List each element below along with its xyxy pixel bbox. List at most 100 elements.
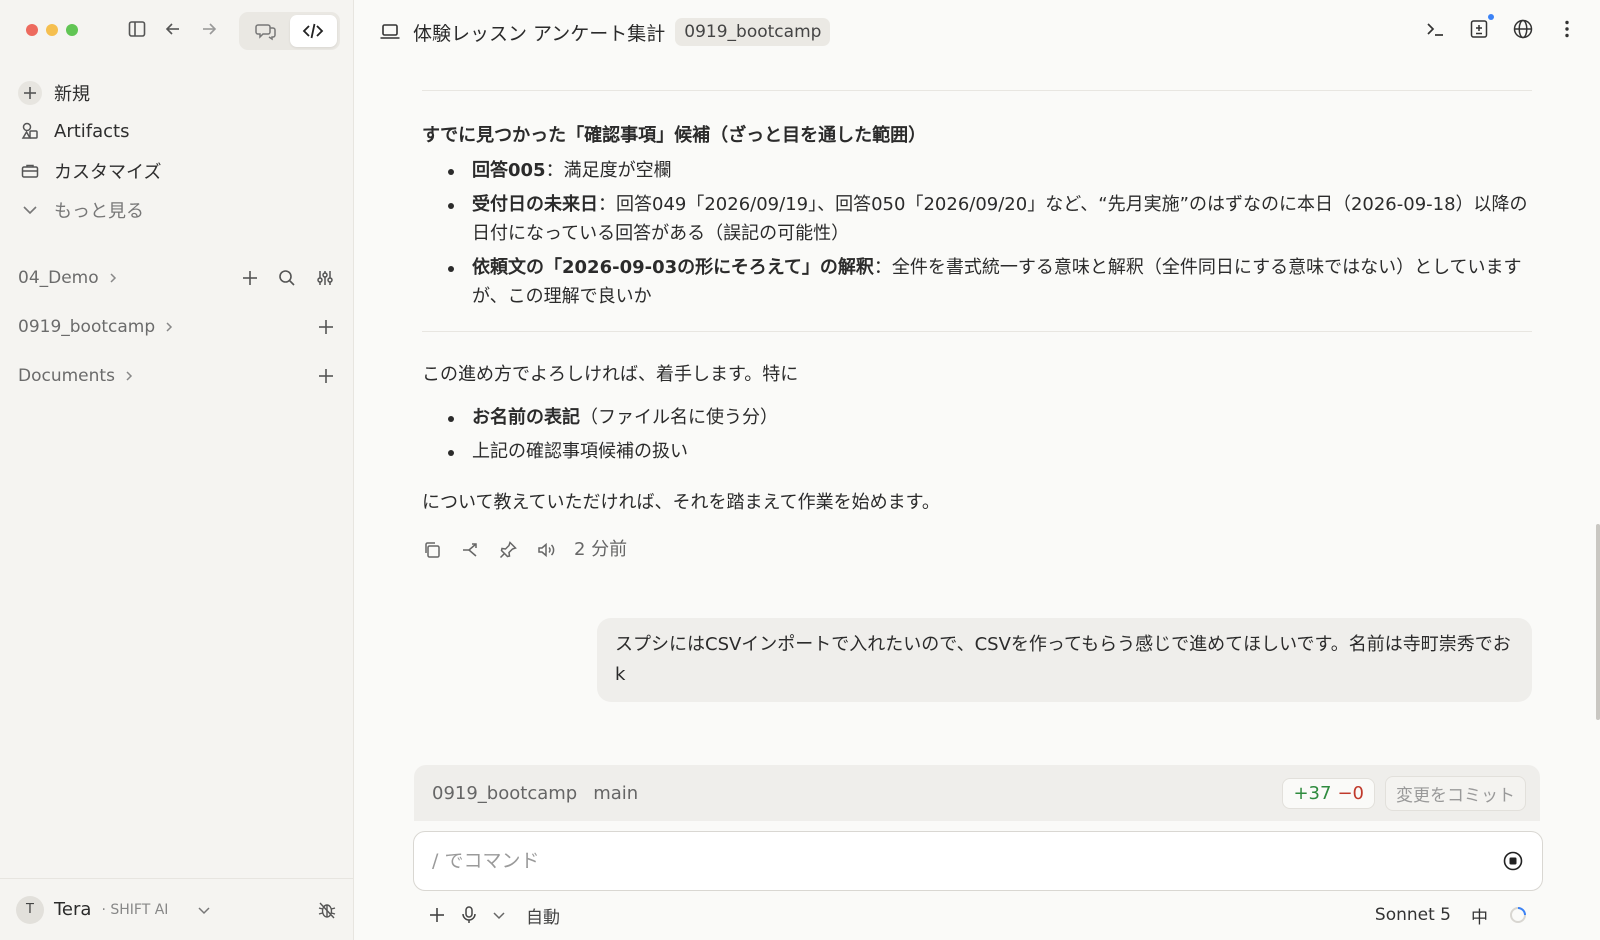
- sliders-icon[interactable]: [315, 268, 335, 288]
- loading-spinner-icon: [1510, 907, 1526, 923]
- list-item: 受付日の未来日：回答049「2026/09/19」、回答050「2026/09/…: [422, 190, 1532, 248]
- window-controls: [26, 24, 78, 36]
- user-message-bubble: スプシにはCSVインポートで入れたいので、CSVを作ってもらう感じで進めてほしい…: [597, 618, 1532, 702]
- code-icon: [302, 23, 324, 39]
- diff-panel-button[interactable]: [1468, 14, 1494, 40]
- project-badge[interactable]: 0919_bootcamp: [675, 18, 831, 46]
- timestamp: 2 分前: [574, 539, 628, 560]
- item-text: ：満足度が空欄: [545, 160, 672, 181]
- avatar: T: [16, 895, 44, 924]
- list-item: 依頼文の「2026-09-03の形にそろえて」の解釈：全件を書式統一する意味と解…: [422, 253, 1532, 311]
- attach-plus-icon[interactable]: [428, 906, 446, 924]
- terminal-icon[interactable]: [1424, 18, 1446, 40]
- project-name: 0919_bootcamp: [18, 317, 156, 337]
- more-label: もっと見る: [54, 201, 144, 222]
- item-text: ：回答049「2026/09/19」、回答050「2026/09/20」など、“…: [472, 194, 1528, 244]
- chat-mode-button[interactable]: [242, 15, 290, 47]
- forward-arrow-icon[interactable]: [198, 18, 220, 40]
- copy-icon[interactable]: [422, 540, 442, 560]
- project-name: Documents: [18, 366, 115, 386]
- conversation-header: 体験レッスン アンケート集計 0919_bootcamp: [355, 0, 1600, 64]
- paragraph: この進め方でよろしければ、着手します。特に: [422, 364, 799, 385]
- chevron-right-icon: [126, 371, 132, 381]
- item-text: 上記の確認事項候補の扱い: [472, 441, 688, 462]
- divider: [422, 90, 1532, 91]
- composer-toolbar: 自動 Sonnet 5 中: [428, 900, 1528, 930]
- list-item: 上記の確認事項候補の扱い: [422, 437, 1532, 466]
- artifacts-label: Artifacts: [54, 120, 130, 142]
- git-status-bar: 0919_bootcamp main +37 −0 変更をコミット: [414, 765, 1540, 821]
- diff-stats[interactable]: +37 −0: [1282, 777, 1375, 809]
- item-bold: 回答005: [472, 160, 546, 181]
- laptop-icon: [380, 24, 400, 39]
- check-items-list: 回答005：満足度が空欄 受付日の未来日：回答049「2026/09/19」、回…: [422, 156, 1532, 311]
- request-items-list: お名前の表記（ファイル名に使う分） 上記の確認事項候補の扱い: [422, 403, 1532, 466]
- add-icon[interactable]: [317, 367, 335, 385]
- list-item: 回答005：満足度が空欄: [422, 156, 1532, 185]
- add-icon[interactable]: [317, 318, 335, 336]
- item-bold: 受付日の未来日: [472, 194, 598, 215]
- customize-label: カスタマイズ: [54, 162, 162, 183]
- pin-icon[interactable]: [498, 540, 518, 560]
- project-name: 04_Demo: [18, 268, 99, 288]
- artifacts-nav-item[interactable]: Artifacts: [18, 119, 129, 143]
- more-nav-item[interactable]: もっと見る: [18, 197, 144, 223]
- chevron-right-icon: [110, 273, 116, 283]
- bug-icon[interactable]: [316, 899, 338, 921]
- mode-switcher: [239, 12, 340, 50]
- sidebar: 新規 Artifacts カスタマイズ もっと見る 04_Demo 0919_b…: [0, 0, 354, 940]
- command-input[interactable]: [432, 850, 1502, 872]
- user-menu[interactable]: T Tera · SHIFT AI: [0, 878, 354, 940]
- chevron-down-icon: [18, 198, 42, 222]
- speaker-icon[interactable]: [536, 540, 556, 560]
- search-icon[interactable]: [277, 268, 297, 288]
- add-icon[interactable]: [241, 269, 259, 287]
- effort-selector[interactable]: 中: [1471, 903, 1488, 928]
- list-item: お名前の表記（ファイル名に使う分）: [422, 403, 1532, 432]
- shapes-icon: [18, 119, 42, 143]
- project-row-documents[interactable]: Documents: [18, 366, 335, 386]
- model-selector[interactable]: Sonnet 5: [1375, 905, 1451, 925]
- divider: [422, 331, 1532, 332]
- plus-icon: [18, 81, 42, 105]
- paragraph: について教えていただければ、それを踏まえて作業を始めます。: [422, 492, 940, 513]
- sidebar-toolbar: [126, 18, 220, 40]
- branch-name[interactable]: main: [593, 783, 638, 804]
- item-text: （ファイル名に使う分）: [580, 407, 778, 428]
- commit-button[interactable]: 変更をコミット: [1385, 775, 1526, 811]
- new-label: 新規: [54, 84, 90, 105]
- item-bold: お名前の表記: [472, 407, 580, 428]
- project-row-0919-bootcamp[interactable]: 0919_bootcamp: [18, 317, 335, 337]
- mode-selector[interactable]: 自動: [526, 903, 560, 928]
- close-window-button[interactable]: [26, 24, 38, 36]
- stop-icon[interactable]: [1502, 850, 1524, 872]
- back-arrow-icon[interactable]: [162, 18, 184, 40]
- globe-icon[interactable]: [1512, 18, 1534, 40]
- code-mode-button[interactable]: [289, 15, 337, 47]
- customize-nav-item[interactable]: カスタマイズ: [18, 158, 161, 184]
- scrollbar-thumb[interactable]: [1596, 524, 1600, 720]
- more-vertical-icon[interactable]: [1556, 18, 1578, 40]
- repo-name: 0919_bootcamp: [432, 782, 578, 804]
- chevron-down-icon[interactable]: [196, 902, 212, 918]
- conversation-title[interactable]: 体験レッスン アンケート集計: [413, 19, 665, 46]
- project-row-04-demo[interactable]: 04_Demo: [18, 268, 335, 288]
- chevron-down-icon[interactable]: [492, 908, 506, 922]
- new-button[interactable]: 新規: [18, 80, 90, 106]
- composer: [413, 831, 1543, 891]
- section-title: すでに見つかった「確認事項」候補（ざっと目を通した範囲）: [422, 125, 927, 146]
- maximize-window-button[interactable]: [66, 24, 78, 36]
- header-actions: [1424, 14, 1578, 40]
- briefcase-icon: [18, 159, 42, 183]
- branch-icon[interactable]: [460, 540, 480, 560]
- item-bold: 依頼文の「2026-09-03の形にそろえて」の解釈: [472, 257, 874, 278]
- chevron-right-icon: [166, 322, 173, 332]
- chat-bubbles-icon: [255, 24, 276, 41]
- file-diff-icon: [1470, 20, 1488, 38]
- minimize-window-button[interactable]: [46, 24, 58, 36]
- message-actions: 2 分前: [422, 535, 1532, 564]
- user-name: Tera: [54, 899, 92, 920]
- microphone-icon[interactable]: [460, 905, 478, 925]
- user-org: · SHIFT AI: [101, 901, 169, 918]
- sidebar-toggle-icon[interactable]: [126, 18, 148, 40]
